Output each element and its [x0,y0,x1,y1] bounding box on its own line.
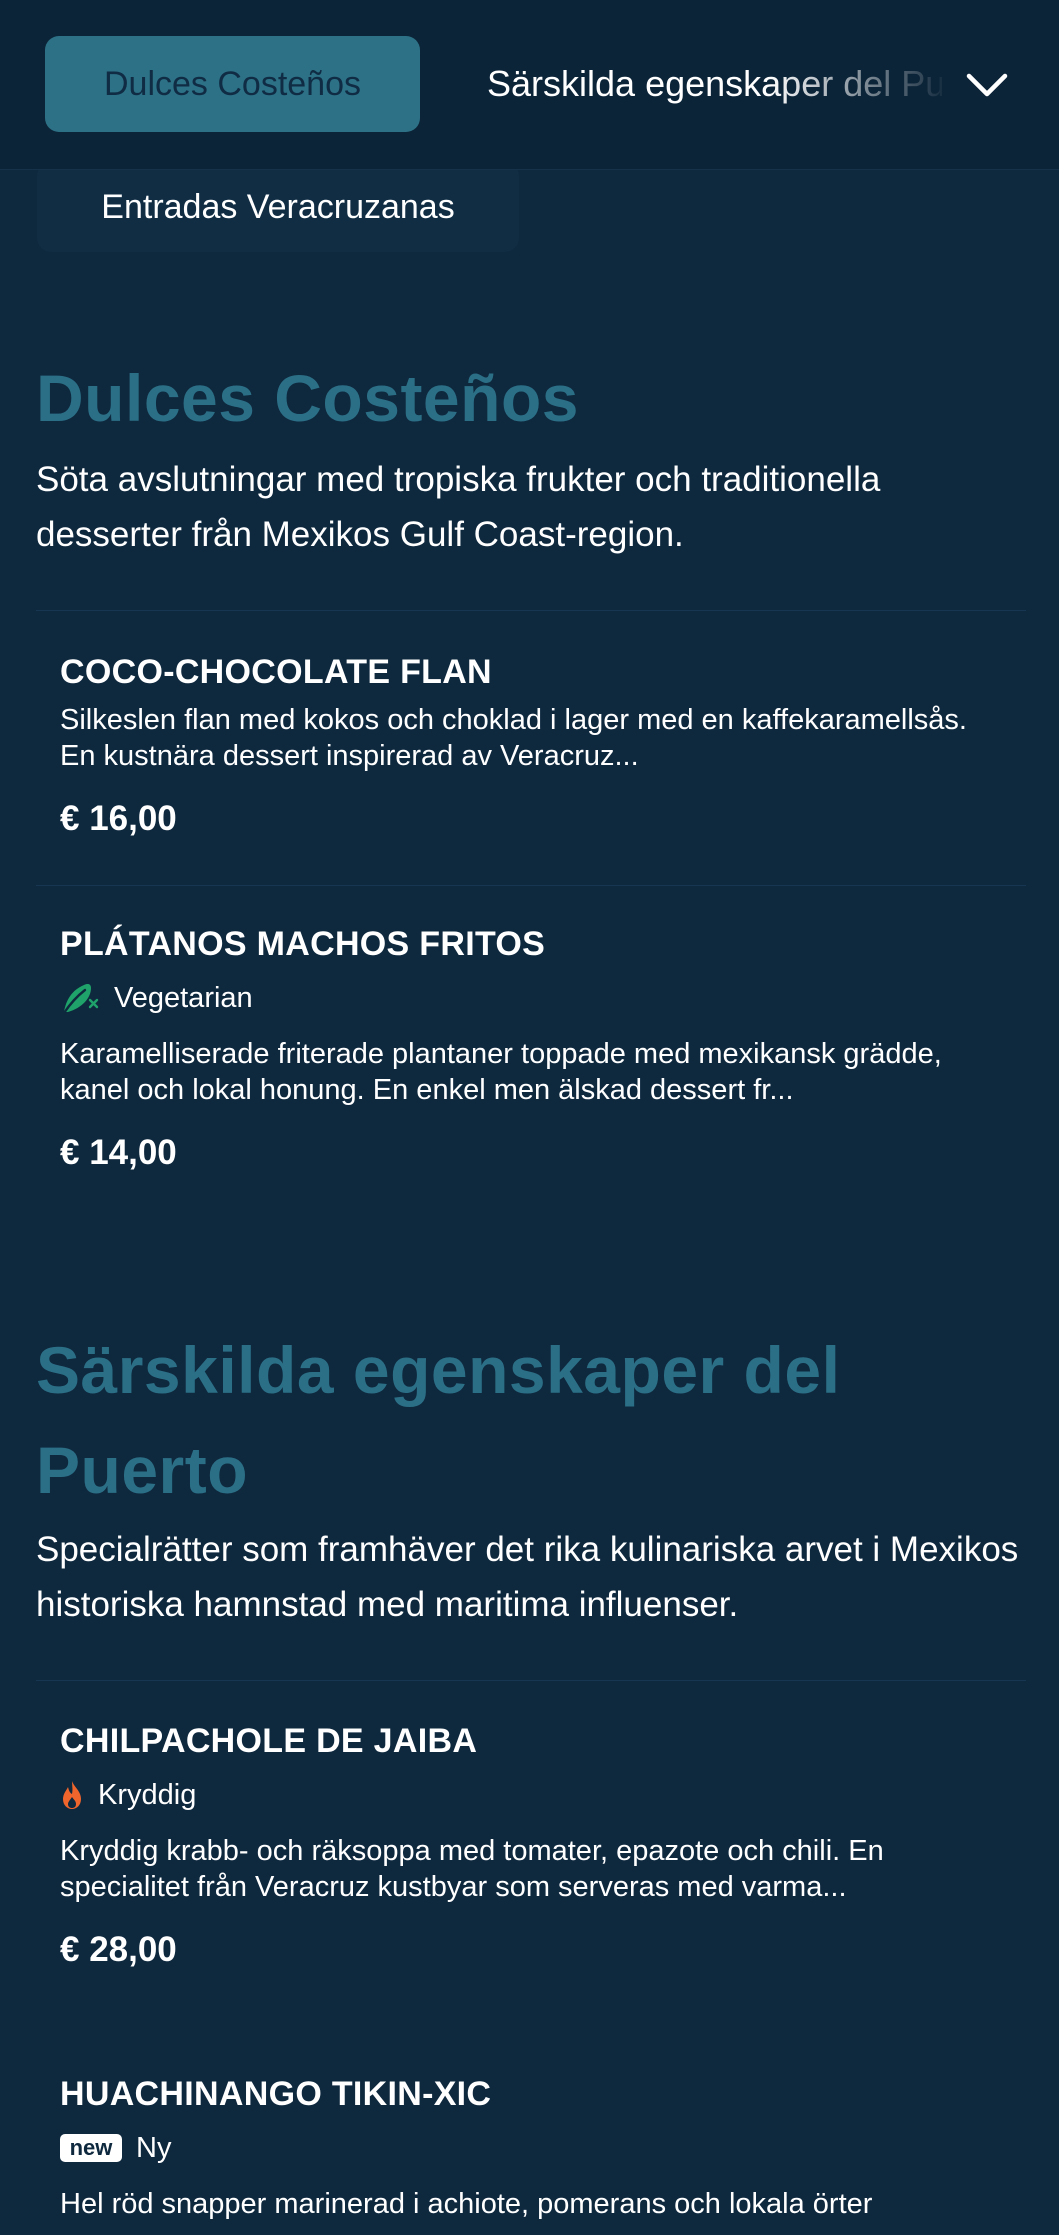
item-price: € 28,00 [60,1930,177,1969]
new-badge-icon: new [60,2134,122,2162]
item-tag: new Ny [60,2128,1010,2168]
menu-item[interactable]: HUACHINANGO TIKIN-XIC new Ny Hel röd sna… [60,2072,1010,2222]
menu-item[interactable]: COCO-CHOCOLATE FLAN Silkeslen flan med k… [60,650,1010,842]
item-description: Karamelliserade friterade plantaner topp… [60,1038,942,1106]
divider [36,1680,1026,1681]
item-description: Hel röd snapper marinerad i achiote, pom… [60,2188,873,2220]
divider [36,885,1026,886]
chevron-down-icon [966,73,1008,97]
item-description: Silkeslen flan med kokos och choklad i l… [60,704,967,772]
item-name: HUACHINANGO TIKIN-XIC [60,2075,492,2113]
section-title: Särskilda egenskaper del Puerto [36,1333,841,1507]
menu-item[interactable]: CHILPACHOLE DE JAIBA Kryddig Kryddig kra… [60,1719,1010,1973]
section-description: Specialrätter som framhäver det rika kul… [36,1530,1019,1624]
category-dropdown-button[interactable] [950,54,1024,116]
item-price: € 16,00 [60,799,177,838]
menu-page: Dulces Costeños Särskilda egenskaper del… [0,0,1059,2235]
category-nav-bar: Dulces Costeños Särskilda egenskaper del… [0,0,1059,170]
item-tag-label: Ny [136,2131,172,2164]
item-description: Kryddig krabb- och räksoppa med tomater,… [60,1835,884,1903]
section-description: Söta avslutningar med tropiska frukter o… [36,460,881,554]
category-tab-entradas-veracruzanas[interactable]: Entradas Veracruzanas [37,162,519,252]
item-name: PLÁTANOS MACHOS FRITOS [60,925,546,963]
item-tag: Kryddig [60,1775,1010,1815]
item-tag: Vegetarian [60,978,1010,1018]
item-tag-label: Kryddig [98,1778,197,1811]
item-name: CHILPACHOLE DE JAIBA [60,1722,478,1760]
item-price: € 14,00 [60,1133,177,1172]
menu-item[interactable]: PLÁTANOS MACHOS FRITOS Vegetarian Karame… [60,922,1010,1176]
category-tab-especialidades-del-puerto[interactable]: Särskilda egenskaper del Puerto [487,36,942,132]
divider [36,610,1026,611]
item-name: COCO-CHOCOLATE FLAN [60,653,492,691]
section-title: Dulces Costeños [36,361,579,435]
flame-icon [60,1779,84,1811]
item-tag-label: Vegetarian [114,981,253,1014]
category-tab-dulces-costenos[interactable]: Dulces Costeños [45,36,420,132]
leaf-icon [60,980,100,1016]
